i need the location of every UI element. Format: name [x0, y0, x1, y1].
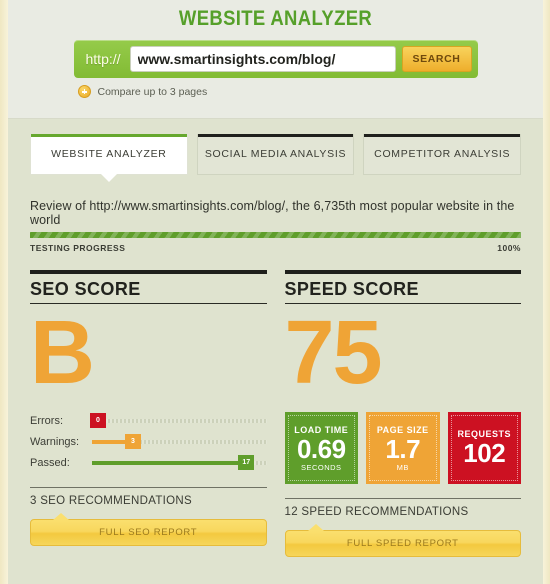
- seo-slider-group: Errors: 0 Warnings: 3 Passed: 17: [30, 410, 267, 473]
- app-header: WEBSITE ANALYZER http:// SEARCH Compare …: [8, 0, 543, 119]
- seo-slider-track[interactable]: 17: [92, 454, 267, 470]
- protocol-label: http://: [85, 51, 121, 67]
- review-summary: Review of http://www.smartinsights.com/b…: [30, 199, 515, 227]
- seo-slider-fill: [92, 439, 127, 444]
- score-columns: SEO SCORE B Errors: 0 Warnings: 3 Passed: 17 …: [30, 270, 521, 557]
- tab-website-analyzer[interactable]: WEBSITE ANALYZER: [30, 134, 188, 182]
- page-right-rail: [543, 0, 550, 584]
- speed-rec-rule: [284, 498, 521, 499]
- tab-label: WEBSITE ANALYZER: [51, 148, 167, 160]
- seo-slider-knob[interactable]: 17: [238, 454, 255, 470]
- speed-panel-title: SPEED SCORE: [284, 279, 419, 299]
- speed-score-value: 75: [284, 303, 383, 403]
- tab-label: SOCIAL MEDIA ANALYSIS: [204, 148, 347, 160]
- page-left-rail: [0, 0, 8, 584]
- seo-slider-track[interactable]: 0: [90, 412, 267, 428]
- website-analyzer-app: WEBSITE ANALYZER http:// SEARCH Compare …: [0, 0, 550, 584]
- page-title: WEBSITE ANALYZER: [178, 7, 373, 30]
- seo-slider-knob[interactable]: 3: [124, 433, 141, 449]
- full-speed-report-button[interactable]: FULL SPEED REPORT: [284, 524, 521, 557]
- tab-competitor-analysis[interactable]: COMPETITOR ANALYSIS: [363, 134, 522, 175]
- speed-metric-group: LOAD TIME 0.69 SECONDS PAGE SIZE 1.7 MB REQUES…: [284, 412, 521, 484]
- content-area: WEBSITE ANALYZER SOCIAL MEDIA ANALYSIS C…: [8, 119, 543, 557]
- speed-metric-unit: MB: [396, 462, 409, 472]
- seo-slider-label: Warnings:: [30, 435, 80, 448]
- seo-slider-label: Errors:: [30, 414, 63, 427]
- search-bar: http:// SEARCH: [73, 40, 478, 78]
- seo-slider-label: Passed:: [30, 456, 70, 469]
- testing-progress-label: TESTING PROGRESS: [30, 243, 126, 253]
- seo-slider-row: Passed: 17: [30, 452, 267, 473]
- speed-metric-value: 0.69: [296, 433, 346, 464]
- url-input[interactable]: [129, 46, 396, 72]
- plus-circle-icon: [77, 85, 91, 98]
- speed-metric-label: LOAD TIME: [294, 424, 349, 435]
- seo-recommendations-label: 3 SEO RECOMMENDATIONS: [30, 495, 192, 507]
- testing-progress-percent: 100%: [497, 243, 521, 253]
- tab-bar: WEBSITE ANALYZER SOCIAL MEDIA ANALYSIS C…: [30, 119, 522, 182]
- speed-metric-box: PAGE SIZE 1.7 MB: [366, 412, 440, 484]
- speed-metric-label: PAGE SIZE: [376, 424, 429, 435]
- speed-metric-box: LOAD TIME 0.69 SECONDS: [284, 412, 358, 484]
- compare-pages-label: Compare up to 3 pages: [97, 85, 208, 98]
- testing-progress-bar: [30, 232, 521, 238]
- speed-score-panel: SPEED SCORE 75 LOAD TIME 0.69 SECONDS PAGE …: [284, 270, 521, 557]
- seo-slider-row: Warnings: 3: [30, 431, 267, 452]
- seo-panel-title: SEO SCORE: [30, 279, 141, 299]
- speed-metric-value: 1.7: [385, 433, 421, 464]
- seo-grade-value: B: [30, 303, 95, 403]
- speed-metric-value: 102: [463, 438, 506, 468]
- testing-progress-fill: [30, 232, 521, 238]
- testing-progress-row: TESTING PROGRESS 100%: [30, 243, 521, 253]
- tab-label: COMPETITOR ANALYSIS: [374, 148, 511, 160]
- seo-slider-row: Errors: 0: [30, 410, 267, 431]
- seo-slider-fill: [92, 460, 241, 465]
- speed-metric-unit: SECONDS: [300, 462, 342, 472]
- seo-score-panel: SEO SCORE B Errors: 0 Warnings: 3 Passed: 17 …: [30, 270, 267, 557]
- page-body: WEBSITE ANALYZER http:// SEARCH Compare …: [8, 0, 543, 584]
- speed-recommendations-label: 12 SPEED RECOMMENDATIONS: [284, 506, 469, 518]
- seo-slider-knob[interactable]: 0: [90, 412, 106, 428]
- speed-metric-box: REQUESTS 102: [447, 412, 521, 484]
- compare-pages-link[interactable]: Compare up to 3 pages: [74, 85, 478, 98]
- full-seo-report-button[interactable]: FULL SEO REPORT: [30, 513, 267, 546]
- search-button[interactable]: SEARCH: [401, 46, 472, 72]
- seo-slider-track[interactable]: 3: [92, 433, 267, 449]
- tab-social-media-analysis[interactable]: SOCIAL MEDIA ANALYSIS: [196, 134, 355, 175]
- seo-rec-rule: [30, 487, 267, 488]
